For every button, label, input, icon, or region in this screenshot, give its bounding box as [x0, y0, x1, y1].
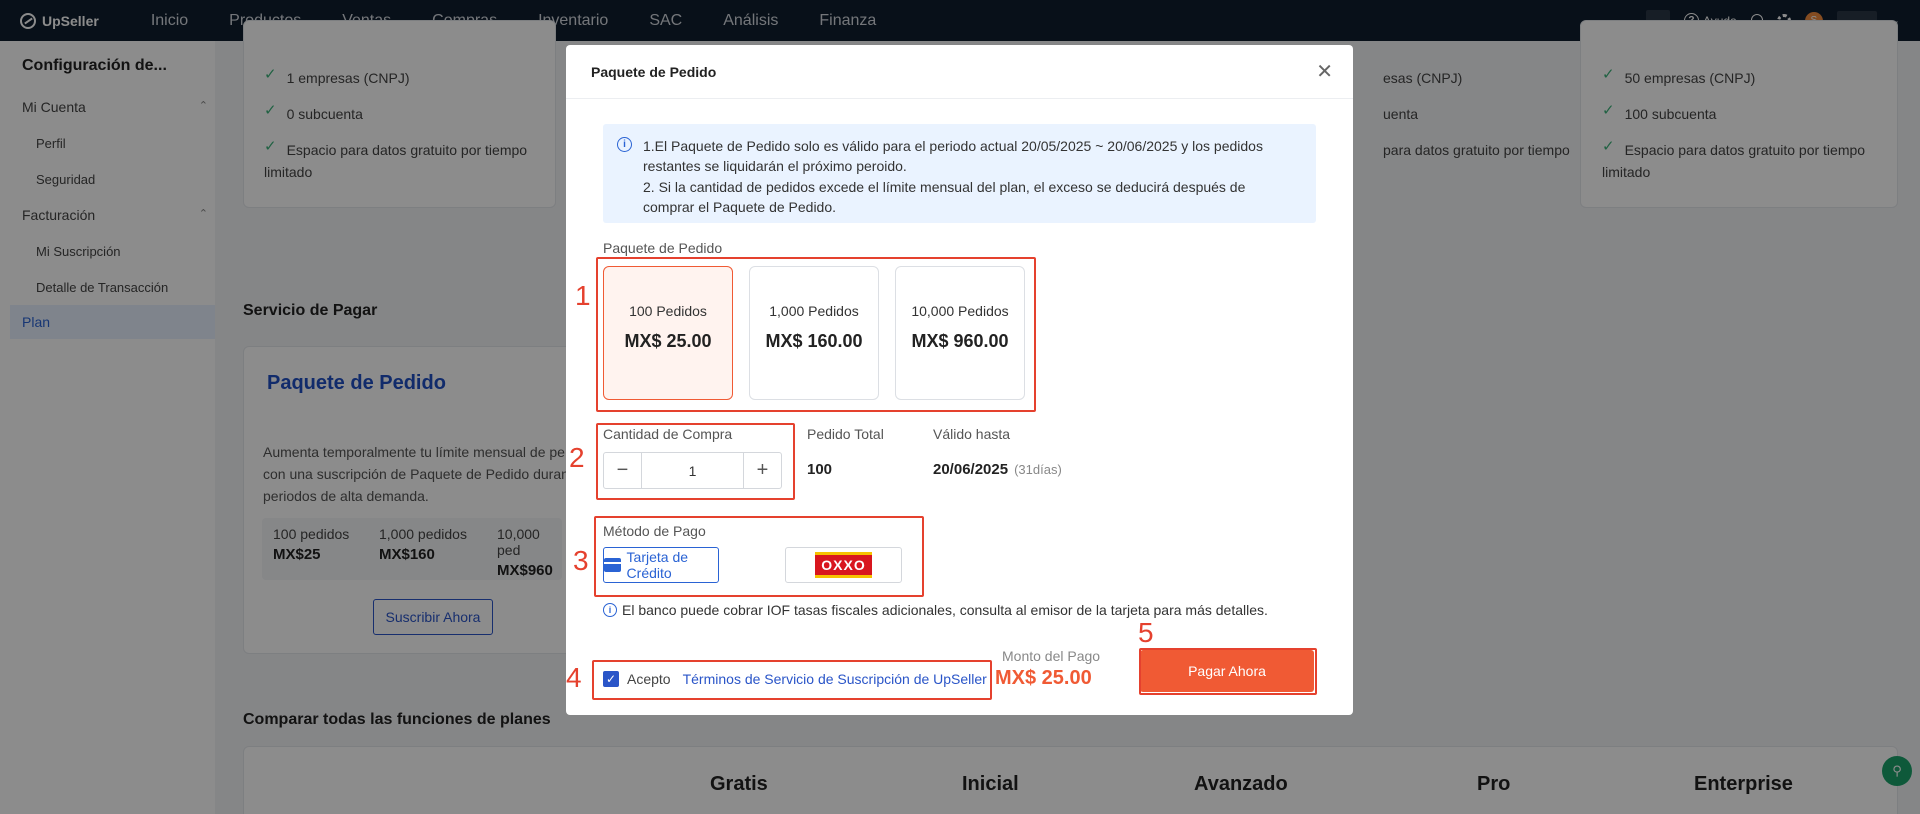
modal-title: Paquete de Pedido	[591, 64, 717, 80]
package-label: Paquete de Pedido	[603, 240, 723, 256]
total-label: Pedido Total	[807, 426, 884, 442]
annotation-number-4: 4	[566, 662, 582, 693]
info-notice: i 1.El Paquete de Pedido solo es válido …	[603, 124, 1316, 223]
valid-until-label: Válido hasta	[933, 426, 1011, 442]
total-value: 100	[807, 461, 833, 478]
iof-note: i El banco puede cobrar IOF tasas fiscal…	[603, 602, 1268, 618]
amount-label: Monto del Pago	[1002, 648, 1101, 664]
info-icon: i	[603, 603, 617, 617]
valid-until-value: 20/06/2025 (31días)	[933, 461, 1062, 478]
info-icon: i	[617, 137, 632, 152]
annotation-box-5	[1139, 648, 1317, 695]
annotation-number-2: 2	[569, 442, 585, 473]
annotation-number-3: 3	[573, 545, 589, 576]
annotation-box-3	[594, 516, 924, 597]
annotation-box-2	[596, 423, 795, 500]
annotation-number-5: 5	[1138, 617, 1154, 648]
amount-value: MX$ 25.00	[995, 667, 1092, 689]
annotation-number-1: 1	[575, 280, 591, 311]
annotation-box-1	[596, 257, 1036, 412]
divider	[566, 98, 1353, 99]
close-icon[interactable]: ✕	[1316, 59, 1333, 84]
annotation-box-4	[592, 660, 992, 700]
